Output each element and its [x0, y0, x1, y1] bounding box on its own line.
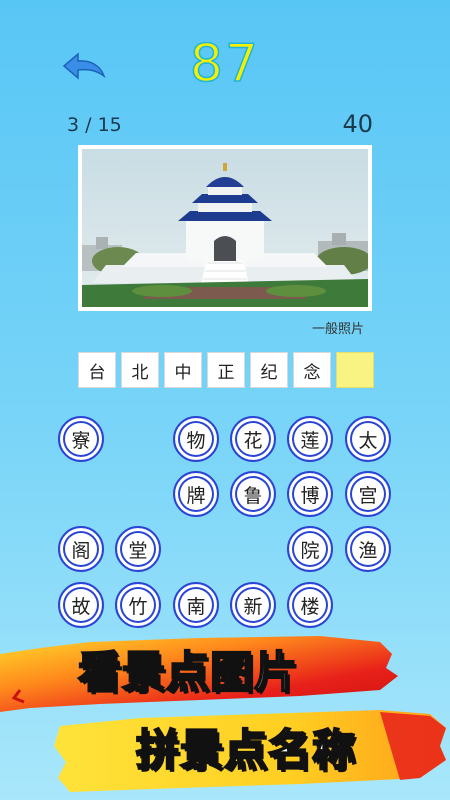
letter-grid: 寮 物 花 莲 太 牌 鲁 博 宫 阁 堂 院 渔 故 竹 南 新 楼 — [0, 0, 450, 640]
letter-button[interactable]: 物 — [173, 416, 219, 462]
monument-image — [82, 149, 368, 307]
letter-button[interactable]: 莲 — [287, 416, 333, 462]
letter-button[interactable]: 牌 — [173, 471, 219, 517]
promo-line-1: 看景点图片 — [77, 647, 298, 699]
landmark-photo — [78, 145, 372, 311]
answer-slot[interactable]: 中 — [164, 352, 202, 388]
answer-slot[interactable]: 念 — [293, 352, 331, 388]
letter-button[interactable]: 楼 — [287, 582, 333, 628]
letter-button[interactable]: 堂 — [115, 526, 161, 572]
letter-button[interactable]: 渔 — [345, 526, 391, 572]
letter-button[interactable]: 鲁 — [230, 471, 276, 517]
letter-button[interactable]: 太 — [345, 416, 391, 462]
letter-button[interactable]: 院 — [287, 526, 333, 572]
answer-slot[interactable]: 北 — [121, 352, 159, 388]
answer-slot[interactable]: 正 — [207, 352, 245, 388]
answer-slot-empty[interactable] — [336, 352, 374, 388]
answer-slot[interactable]: 纪 — [250, 352, 288, 388]
score-display: 87 — [189, 33, 261, 95]
letter-button[interactable]: 故 — [58, 582, 104, 628]
answer-slots: 台 北 中 正 纪 念 — [78, 352, 374, 388]
letter-button[interactable]: 阁 — [58, 526, 104, 572]
letter-button[interactable]: 竹 — [115, 582, 161, 628]
coin-count: 40 — [342, 110, 373, 138]
letter-button[interactable]: 花 — [230, 416, 276, 462]
letter-button[interactable]: 博 — [287, 471, 333, 517]
level-progress: 3 / 15 — [67, 114, 122, 136]
letter-button[interactable]: 宫 — [345, 471, 391, 517]
letter-button[interactable]: 南 — [173, 582, 219, 628]
promo-line-2: 拼景点名称 — [135, 725, 356, 777]
letter-button[interactable]: 寮 — [58, 416, 104, 462]
photo-caption: 一般照片 — [311, 322, 364, 337]
answer-slot[interactable]: 台 — [78, 352, 116, 388]
letter-button[interactable]: 新 — [230, 582, 276, 628]
